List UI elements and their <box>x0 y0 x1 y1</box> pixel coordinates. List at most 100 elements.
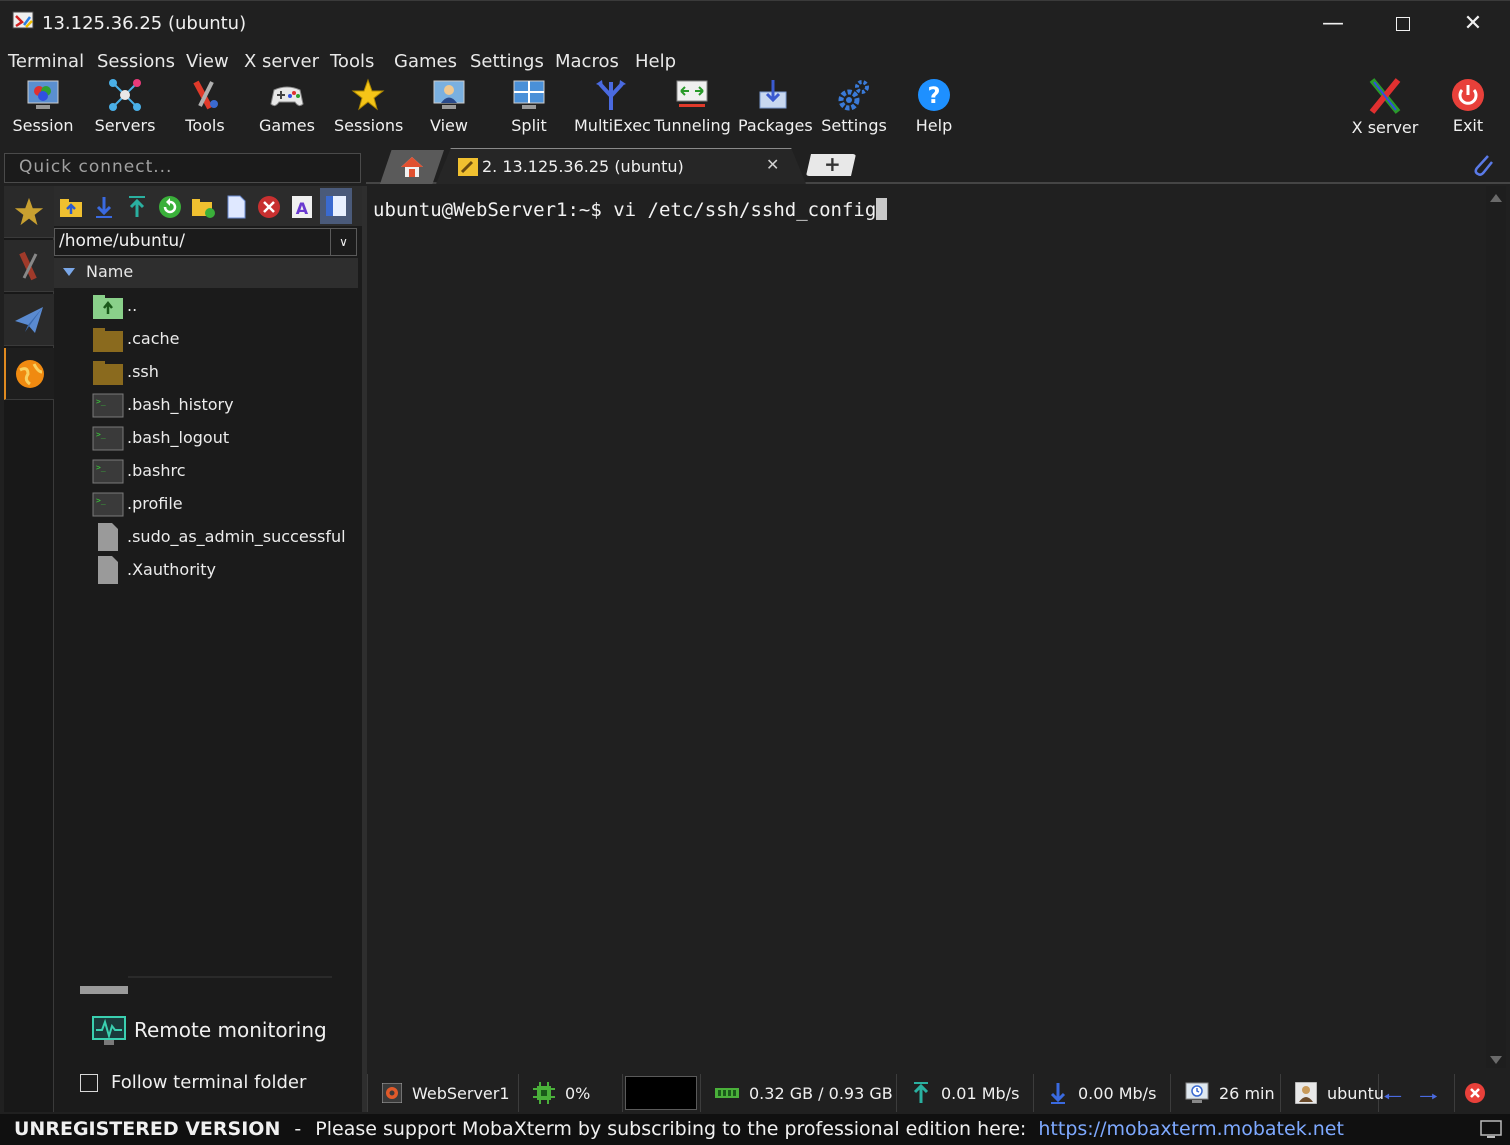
terminal-scrollbar[interactable] <box>1486 186 1506 1068</box>
quick-connect-input[interactable]: Quick connect... <box>4 153 361 183</box>
menu-macros[interactable]: Macros <box>555 51 619 72</box>
status-cpu-graph <box>623 1074 701 1112</box>
games-button[interactable]: Games <box>254 76 320 146</box>
mobaxterm-link[interactable]: https://mobaxterm.mobatek.net <box>1038 1118 1344 1140</box>
sidebar-tab-macros[interactable] <box>4 294 54 346</box>
window-title: 13.125.36.25 (ubuntu) <box>42 13 247 34</box>
status-host[interactable]: WebServer1 <box>367 1074 519 1112</box>
menu-sessions[interactable]: Sessions <box>97 51 175 72</box>
tab-session-label: 2. 13.125.36.25 (ubuntu) <box>482 157 684 176</box>
menu-help[interactable]: Help <box>635 51 676 72</box>
banner-separator: - <box>294 1118 302 1140</box>
tab-session-active[interactable]: 2. 13.125.36.25 (ubuntu) ✕ <box>436 148 806 184</box>
view-button[interactable]: View <box>416 76 482 146</box>
terminal-area[interactable]: ubuntu@WebServer1:~$ vi /etc/ssh/sshd_co… <box>367 186 1481 1066</box>
menu-games[interactable]: Games <box>394 51 457 72</box>
sidebar-tab-sftp[interactable] <box>4 348 54 400</box>
file-row-xauthority[interactable]: .Xauthority <box>92 554 362 587</box>
multiexec-button[interactable]: MultiExec <box>574 76 651 146</box>
new-folder-icon[interactable] <box>190 194 216 220</box>
screen-icon[interactable] <box>1480 1120 1502 1140</box>
path-input[interactable]: /home/ubuntu/ ∨ <box>54 228 357 256</box>
split-button[interactable]: Split <box>496 76 562 146</box>
divider <box>128 976 332 978</box>
help-icon: ? <box>918 79 950 111</box>
refresh-icon[interactable] <box>157 194 183 220</box>
toggle-view-button[interactable] <box>320 188 352 224</box>
cpu-icon <box>533 1082 555 1104</box>
file-row-parent[interactable]: .. <box>92 290 362 323</box>
file-browser-panel: A /home/ubuntu/ ∨ Name .. .cache .ssh >_… <box>54 186 362 1112</box>
arrow-right-icon[interactable]: 🠒 <box>1419 1080 1438 1118</box>
scroll-down-icon[interactable] <box>1490 1056 1502 1064</box>
status-bar: WebServer1 0% 0.32 GB / 0.93 GB 0.01 Mb/… <box>367 1074 1510 1112</box>
sort-descending-icon <box>63 268 75 276</box>
tunneling-button[interactable]: Tunneling <box>654 76 731 146</box>
new-tab-button[interactable]: + <box>806 154 856 176</box>
power-icon <box>1452 79 1484 111</box>
gamepad-icon <box>270 86 304 107</box>
download-icon[interactable] <box>91 194 117 220</box>
x-server-button[interactable]: X server <box>1350 76 1420 146</box>
status-disconnect-button[interactable] <box>1455 1074 1495 1112</box>
scroll-up-icon[interactable] <box>1490 194 1502 202</box>
file-browser-toolbar: A <box>54 186 362 226</box>
gear-icon <box>838 80 869 111</box>
parent-folder-icon <box>93 295 123 319</box>
maximize-button[interactable] <box>1368 1 1438 46</box>
x-server-icon <box>1369 78 1401 114</box>
new-file-icon[interactable] <box>223 194 249 220</box>
delete-icon[interactable] <box>256 194 282 220</box>
sidebar-tab-tools[interactable] <box>4 240 54 292</box>
tab-close-icon[interactable]: ✕ <box>766 155 779 174</box>
follow-terminal-folder-checkbox[interactable]: Follow terminal folder <box>80 1072 362 1096</box>
go-parent-folder-icon[interactable] <box>58 194 84 220</box>
view-icon <box>433 80 465 109</box>
file-row-bash-logout[interactable]: >_ .bash_logout <box>92 422 362 455</box>
file-row-sudo-as-admin[interactable]: .sudo_as_admin_successful <box>92 521 362 554</box>
menu-view[interactable]: View <box>186 51 229 72</box>
sessions-button[interactable]: Sessions <box>334 76 403 146</box>
tools-icon <box>19 251 38 280</box>
help-button[interactable]: ? Help <box>904 76 964 146</box>
menu-tools[interactable]: Tools <box>330 51 374 72</box>
packages-button[interactable]: Packages <box>738 76 813 146</box>
session-icon <box>27 80 59 109</box>
menu-x-server[interactable]: X server <box>244 51 319 72</box>
minimize-button[interactable]: — <box>1298 1 1368 46</box>
column-header-name[interactable]: Name <box>54 258 358 288</box>
session-button[interactable]: Session <box>8 76 78 146</box>
ssh-tab-icon <box>458 158 478 176</box>
folder-icon <box>93 328 123 352</box>
memory-icon <box>715 1088 739 1098</box>
upload-icon[interactable] <box>124 194 150 220</box>
settings-button[interactable]: Settings <box>820 76 888 146</box>
file-row-profile[interactable]: >_ .profile <box>92 488 362 521</box>
exit-button[interactable]: Exit <box>1440 76 1496 146</box>
chevron-down-icon[interactable]: ∨ <box>330 229 356 255</box>
file-row-ssh[interactable]: .ssh <box>92 356 362 389</box>
upload-arrow-icon <box>913 1082 929 1103</box>
arrow-left-icon[interactable]: 🠐 <box>1383 1080 1402 1118</box>
sidebar-strip <box>4 186 54 1112</box>
file-row-bashrc[interactable]: >_ .bashrc <box>92 455 362 488</box>
status-download: 0.00 Mb/s <box>1034 1074 1171 1112</box>
status-memory: 0.32 GB / 0.93 GB <box>701 1074 897 1112</box>
file-row-cache[interactable]: .cache <box>92 323 362 356</box>
remote-monitoring-button[interactable]: Remote monitoring <box>92 1014 362 1050</box>
resize-handle[interactable] <box>80 986 128 994</box>
status-nav: 🠐 🠒 <box>1379 1074 1455 1112</box>
menu-settings[interactable]: Settings <box>470 51 544 72</box>
close-button[interactable]: ✕ <box>1438 1 1508 46</box>
sidebar-tab-sessions[interactable] <box>4 186 54 238</box>
file-row-bash-history[interactable]: >_ .bash_history <box>92 389 362 422</box>
rename-icon[interactable]: A <box>289 194 315 220</box>
servers-button[interactable]: Servers <box>90 76 160 146</box>
svg-text:>_: >_ <box>96 430 106 439</box>
svg-text:>_: >_ <box>96 397 106 406</box>
tools-button[interactable]: Tools <box>172 76 238 146</box>
terminal-cursor <box>876 198 888 220</box>
home-icon <box>401 157 423 177</box>
menu-terminal[interactable]: Terminal <box>8 51 84 72</box>
attach-icon[interactable] <box>1470 152 1496 178</box>
